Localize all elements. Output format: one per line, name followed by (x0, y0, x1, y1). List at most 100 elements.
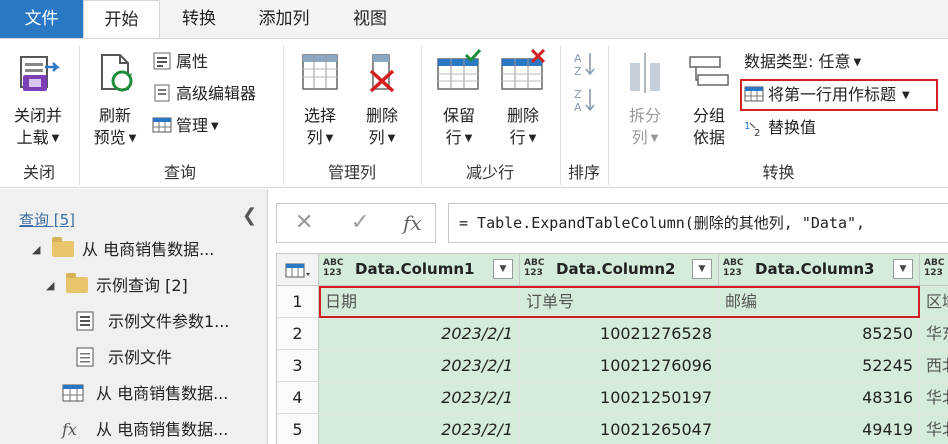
group-by-button[interactable]: 分组 依据 (678, 47, 740, 159)
column-name: Data.Column1 (355, 260, 475, 278)
query-item[interactable]: 从 电商销售数据... (62, 381, 228, 407)
tab-home[interactable]: 开始 (83, 0, 160, 39)
column-header[interactable]: ABC 123 (920, 254, 948, 286)
tab-view[interactable]: 视图 (330, 0, 410, 38)
choose-columns-icon (302, 54, 338, 90)
table-cell[interactable]: 48316 (719, 382, 920, 414)
close-and-load-label: 关闭并 上载 ▼ (13, 106, 62, 147)
refresh-icon (101, 54, 133, 92)
row-number[interactable]: 3 (277, 350, 319, 382)
table-cell[interactable]: 2023/2/1 (319, 318, 520, 350)
replace-values-button[interactable]: 1 2 替换值 (744, 115, 816, 141)
row-number[interactable]: 1 (277, 286, 319, 318)
query-item[interactable]: fx 从 电商销售数据... (62, 417, 228, 443)
ribbon-tab-bar: 文件 开始 转换 添加列 视图 (0, 0, 948, 39)
table-cell[interactable]: 2023/2/1 (319, 350, 520, 382)
query-item[interactable]: 示例文件参数1... (76, 309, 229, 335)
close-and-load-button[interactable]: 关闭并 上载 ▼ (4, 47, 72, 159)
table-cell[interactable]: 日期 (319, 286, 520, 318)
svg-text:A: A (574, 52, 582, 65)
queries-header[interactable]: 查询 [5] (19, 209, 75, 230)
tab-add-column[interactable]: 添加列 (238, 0, 330, 38)
keep-rows-label: 保留 行 ▼ (442, 106, 475, 147)
keep-rows-button[interactable]: 保留 行 ▼ (428, 47, 490, 159)
row-number[interactable]: 2 (277, 318, 319, 350)
any-type-icon: ABC 123 (524, 258, 545, 278)
table-cell[interactable]: 西北 (920, 350, 948, 382)
table-cell[interactable]: 区域 (920, 286, 948, 318)
queries-pane: 查询 [5] ❮ ◢ 从 电商销售数据... ◢ 示例查询 [2] 示例文件参数… (0, 189, 268, 444)
table-cell[interactable]: 10021276096 (520, 350, 719, 382)
svg-text:Z: Z (574, 88, 582, 101)
column-filter-dropdown[interactable]: ▼ (893, 259, 913, 279)
collapse-pane-icon[interactable]: ❮ (242, 205, 257, 226)
function-icon: fx (62, 420, 77, 439)
power-query-editor: 文件 开始 转换 添加列 视图 关闭并 上载 ▼ 关闭 刷新 预览 ▼ 属性 高… (0, 0, 948, 444)
keep-rows-icon (437, 49, 482, 90)
column-filter-dropdown[interactable]: ▼ (493, 259, 513, 279)
split-column-button[interactable]: 拆分 列 ▼ (614, 47, 676, 159)
table-cell[interactable]: 10021265047 (520, 414, 719, 444)
query-item[interactable]: 示例文件 (76, 345, 172, 371)
column-name: Data.Column2 (556, 260, 676, 278)
formula-bar: ✕ ✓ fx = Table.ExpandTableColumn(删除的其他列,… (276, 203, 948, 243)
remove-rows-button[interactable]: 删除 行 ▼ (492, 47, 554, 159)
any-type-icon: ABC 123 (723, 258, 744, 278)
table-cell[interactable]: 10021276528 (520, 318, 719, 350)
table-header-icon (744, 86, 764, 101)
column-name: Data.Column3 (755, 260, 875, 278)
column-header[interactable]: ABC 123 Data.Column3 ▼ (719, 254, 920, 286)
column-filter-dropdown[interactable]: ▼ (692, 259, 712, 279)
remove-rows-icon (501, 49, 546, 90)
expand-triangle-icon: ◢ (32, 243, 41, 256)
table-cell[interactable]: 52245 (719, 350, 920, 382)
row-number[interactable]: 5 (277, 414, 319, 444)
table-cell[interactable]: 邮编 (719, 286, 920, 318)
table-cell[interactable]: 订单号 (520, 286, 719, 318)
cancel-icon[interactable]: ✕ (295, 210, 313, 235)
sort-descending-icon[interactable]: Z A (572, 87, 596, 113)
column-header[interactable]: ABC 123 Data.Column2 ▼ (520, 254, 719, 286)
column-header[interactable]: ABC 123 Data.Column1 ▼ (319, 254, 520, 286)
group-label-transform: 转换 (762, 163, 795, 182)
table-cell[interactable]: 华北 (920, 414, 948, 444)
advanced-editor-icon (154, 84, 170, 101)
table-cell[interactable]: 10021250197 (520, 382, 719, 414)
grid-corner-menu[interactable] (277, 254, 319, 286)
svg-text:Z: Z (574, 65, 582, 77)
table-icon (152, 117, 172, 132)
confirm-icon[interactable]: ✓ (351, 210, 369, 235)
query-folder-item[interactable]: ◢ 从 电商销售数据... (32, 236, 214, 263)
table-cell[interactable]: 49419 (719, 414, 920, 444)
properties-button[interactable]: 属性 (152, 49, 208, 75)
group-by-icon (689, 56, 729, 86)
tab-file[interactable]: 文件 (0, 0, 83, 38)
manage-button[interactable]: 管理 ▼ (152, 113, 219, 139)
table-cell[interactable]: 85250 (719, 318, 920, 350)
query-folder-item[interactable]: ◢ 示例查询 [2] (46, 272, 188, 299)
table-cell[interactable]: 2023/2/1 (319, 414, 520, 444)
close-and-load-icon (20, 56, 61, 91)
use-first-row-as-headers-button[interactable]: 将第一行用作标题 ▼ (740, 79, 938, 111)
function-icon[interactable]: fx (403, 211, 422, 235)
group-by-label: 分组 依据 (692, 106, 725, 147)
table-cell[interactable]: 2023/2/1 (319, 382, 520, 414)
table-cell[interactable]: 华北 (920, 382, 948, 414)
sort-ascending-icon[interactable]: A Z (572, 51, 596, 77)
remove-columns-icon (369, 54, 395, 93)
advanced-editor-button[interactable]: 高级编辑器 (152, 81, 256, 107)
choose-columns-button[interactable]: 选择 列 ▼ (290, 47, 350, 159)
replace-values-icon: 12 (744, 121, 760, 137)
row-number[interactable]: 4 (277, 382, 319, 414)
group-label-sort: 排序 (567, 163, 600, 182)
data-type-dropdown[interactable]: 数据类型: 任意 ▼ (744, 49, 861, 75)
remove-columns-button[interactable]: 删除 列 ▼ (352, 47, 412, 159)
table-cell[interactable]: 华东 (920, 318, 948, 350)
formula-input[interactable]: = Table.ExpandTableColumn(删除的其他列, "Data"… (448, 203, 948, 243)
group-label-close: 关闭 (22, 163, 55, 182)
parameter-icon (76, 311, 94, 330)
file-icon (76, 347, 94, 366)
refresh-preview-button[interactable]: 刷新 预览 ▼ (84, 47, 146, 159)
tab-transform[interactable]: 转换 (160, 0, 238, 38)
ribbon: 关闭并 上载 ▼ 关闭 刷新 预览 ▼ 属性 高级编辑器 管理 ▼ 查询 选择 … (0, 38, 948, 188)
